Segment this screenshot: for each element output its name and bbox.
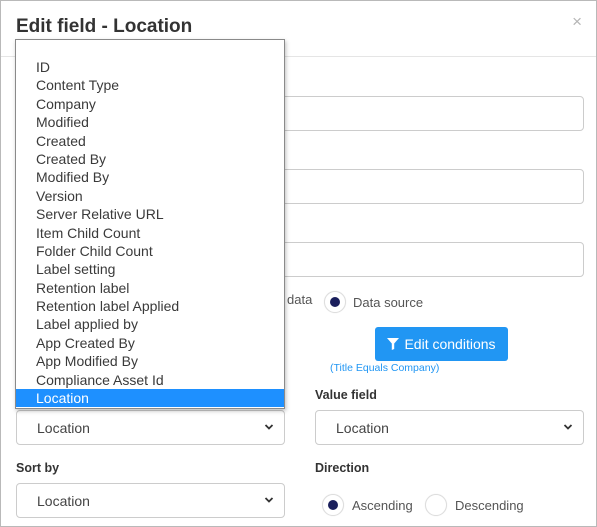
chevron-down-icon bbox=[563, 424, 573, 430]
dropdown-option[interactable]: Created bbox=[16, 132, 284, 150]
dropdown-option[interactable]: App Created By bbox=[16, 334, 284, 352]
dropdown-option[interactable]: ID bbox=[16, 58, 284, 76]
dropdown-option[interactable]: Content Type bbox=[16, 76, 284, 94]
edit-conditions-label: Edit conditions bbox=[404, 336, 496, 352]
edit-conditions-button[interactable]: Edit conditions bbox=[375, 327, 508, 361]
direction-label: Direction bbox=[315, 461, 370, 475]
data-mode-datasource-label: Data source bbox=[353, 294, 424, 310]
value-field-value: Location bbox=[336, 419, 389, 436]
dropdown-option[interactable]: Created By bbox=[16, 150, 284, 168]
direction-descending-option[interactable]: Descending bbox=[425, 494, 524, 516]
display-field-value: Location bbox=[37, 419, 90, 436]
dropdown-option[interactable]: Server Relative URL bbox=[16, 205, 284, 223]
dropdown-option[interactable]: Company bbox=[16, 95, 284, 113]
display-field-select[interactable]: Location bbox=[16, 410, 285, 445]
close-icon[interactable]: × bbox=[572, 12, 582, 32]
radio-descending[interactable] bbox=[425, 494, 447, 516]
dropdown-option[interactable]: Compliance Asset Id bbox=[16, 371, 284, 389]
dropdown-option[interactable]: Modified bbox=[16, 113, 284, 131]
dropdown-option[interactable]: App Modified By bbox=[16, 352, 284, 370]
dropdown-option[interactable]: Modified By bbox=[16, 168, 284, 186]
data-mode-option-list[interactable]: data bbox=[287, 292, 312, 307]
direction-ascending-option[interactable]: Ascending bbox=[322, 494, 413, 516]
dropdown-option[interactable]: Label applied by bbox=[16, 315, 284, 333]
radio-ascending[interactable] bbox=[322, 494, 344, 516]
direction-ascending-label: Ascending bbox=[352, 497, 413, 513]
data-mode-option-list-label: data bbox=[287, 292, 313, 307]
dropdown-option[interactable]: Retention label bbox=[16, 279, 284, 297]
sort-by-select[interactable]: Location bbox=[16, 483, 285, 518]
dropdown-option[interactable]: Folder Child Count bbox=[16, 242, 284, 260]
sort-by-value: Location bbox=[37, 492, 90, 509]
dropdown-option[interactable]: Item Child Count bbox=[16, 224, 284, 242]
sort-by-label: Sort by bbox=[16, 461, 60, 475]
value-field-label: Value field bbox=[315, 388, 377, 402]
conditions-summary: (Title Equals Company) bbox=[330, 362, 440, 374]
radio-datasource[interactable] bbox=[324, 291, 346, 313]
dropdown-option[interactable]: Label setting bbox=[16, 260, 284, 278]
data-mode-option-datasource[interactable]: Data source bbox=[324, 291, 423, 313]
value-field-select[interactable]: Location bbox=[315, 410, 584, 445]
direction-descending-label: Descending bbox=[455, 497, 524, 513]
chevron-down-icon bbox=[264, 497, 274, 503]
dropdown-option[interactable]: Location bbox=[16, 389, 284, 408]
radio-selected-dot bbox=[330, 297, 340, 307]
dialog-title: Edit field - Location bbox=[16, 16, 193, 37]
chevron-down-icon bbox=[264, 424, 274, 430]
field-dropdown-list[interactable]: ID Content Type Company Modified Created Crea… bbox=[15, 39, 285, 409]
radio-selected-dot bbox=[328, 500, 338, 510]
dropdown-option[interactable]: Version bbox=[16, 187, 284, 205]
dropdown-option[interactable]: Retention label Applied bbox=[16, 297, 284, 315]
filter-icon bbox=[387, 338, 400, 350]
